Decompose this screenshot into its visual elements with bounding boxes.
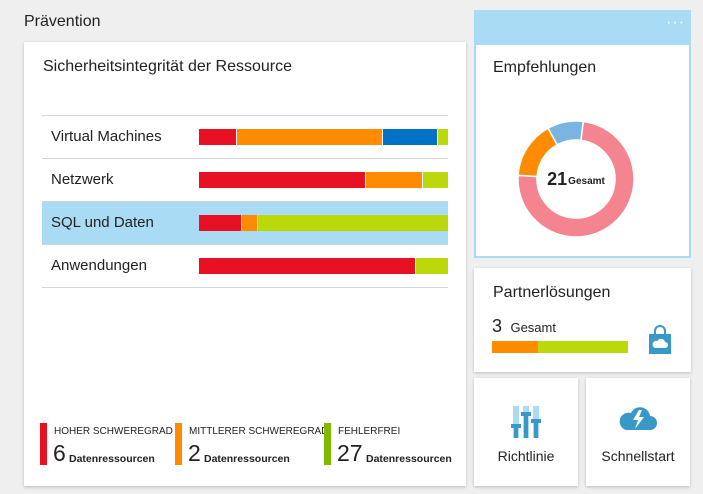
resource-health-title: Sicherheitsintegrität der Ressource [43, 58, 293, 75]
health-bar-segment [199, 129, 236, 145]
partner-count-unit: Gesamt [510, 320, 556, 335]
resource-health-tile[interactable]: Sicherheitsintegrität der Ressource Virt… [24, 42, 466, 486]
partner-bar-segment [538, 341, 628, 353]
health-bar-segment [199, 172, 365, 188]
section-title: Prävention [24, 13, 101, 30]
quickstart-tile[interactable]: Schnellstart [586, 378, 690, 486]
row-label: Netzwerk [51, 171, 114, 188]
legend-value: 6 [53, 440, 66, 466]
health-bar-segment [383, 129, 438, 145]
policy-label: Richtlinie [497, 448, 555, 464]
health-bar-segment [236, 129, 383, 145]
legend-swatch-medium [175, 423, 182, 465]
health-bar-segment [241, 215, 257, 231]
row-label: SQL und Daten [51, 214, 154, 231]
resource-row-applications[interactable]: Anwendungen [42, 244, 448, 288]
quickstart-label: Schnellstart [601, 448, 675, 464]
resource-row-network[interactable]: Netzwerk [42, 158, 448, 201]
legend-value: 2 [188, 440, 201, 466]
legend-medium-severity: MITTLERER SCHWEREGRAD 2 Datenressourcen [175, 423, 328, 467]
recommendations-tile[interactable]: Empfehlungen 21 Gesamt [474, 43, 691, 258]
legend-unit: Datenressourcen [69, 453, 155, 465]
legend-value: 27 [337, 440, 363, 466]
health-bar-segment [199, 215, 241, 231]
row-health-bar [199, 129, 448, 145]
legend-unit: Datenressourcen [366, 453, 452, 465]
row-label: Anwendungen [51, 257, 147, 274]
recommendations-title: Empfehlungen [493, 59, 597, 76]
more-options-icon[interactable]: ··· [666, 14, 685, 32]
legend-swatch-healthy [324, 423, 331, 465]
recommendations-total: 21 [547, 168, 568, 189]
partner-count-value: 3 [492, 316, 503, 336]
legend-swatch-high [40, 423, 47, 465]
row-health-bar [199, 258, 448, 274]
partner-bar-segment [492, 341, 539, 353]
legend-high-severity: HOHER SCHWEREGRAD 6 Datenressourcen [40, 423, 173, 467]
health-bar-segment [415, 258, 448, 274]
partner-solutions-title: Partnerlösungen [493, 284, 611, 301]
health-bar-segment [199, 258, 415, 274]
shopping-bag-cloud-icon [649, 325, 671, 354]
donut-center-label: 21 Gesamt [516, 119, 636, 239]
health-bar-segment [365, 172, 423, 188]
health-bar-segment [438, 129, 448, 145]
severity-legend: HOHER SCHWEREGRAD 6 Datenressourcen MITT… [40, 423, 460, 467]
policy-tile[interactable]: Richtlinie [474, 378, 578, 486]
legend-label: MITTLERER SCHWEREGRAD [189, 426, 329, 437]
legend-label: FEHLERFREI [338, 426, 401, 437]
partner-count: 3 Gesamt [492, 316, 556, 337]
policy-sliders-icon [474, 404, 578, 440]
recommendations-total-unit: Gesamt [568, 175, 605, 187]
recommendations-tile-header: ··· [474, 10, 691, 43]
row-label: Virtual Machines [51, 128, 162, 145]
partner-solutions-tile[interactable]: Partnerlösungen 3 Gesamt [474, 268, 691, 372]
resource-health-rows: Virtual Machines Netzwerk SQL und Daten … [42, 115, 448, 288]
resource-row-virtual-machines[interactable]: Virtual Machines [42, 115, 448, 158]
legend-label: HOHER SCHWEREGRAD [54, 426, 173, 437]
cloud-lightning-icon [586, 404, 690, 434]
health-bar-segment [257, 215, 448, 231]
row-health-bar [199, 172, 448, 188]
resource-row-sql-data[interactable]: SQL und Daten [42, 201, 448, 244]
partner-status-bar [492, 341, 628, 353]
row-health-bar [199, 215, 448, 231]
legend-unit: Datenressourcen [204, 453, 290, 465]
legend-healthy: FEHLERFREI 27 Datenressourcen [324, 423, 459, 467]
health-bar-segment [423, 172, 448, 188]
